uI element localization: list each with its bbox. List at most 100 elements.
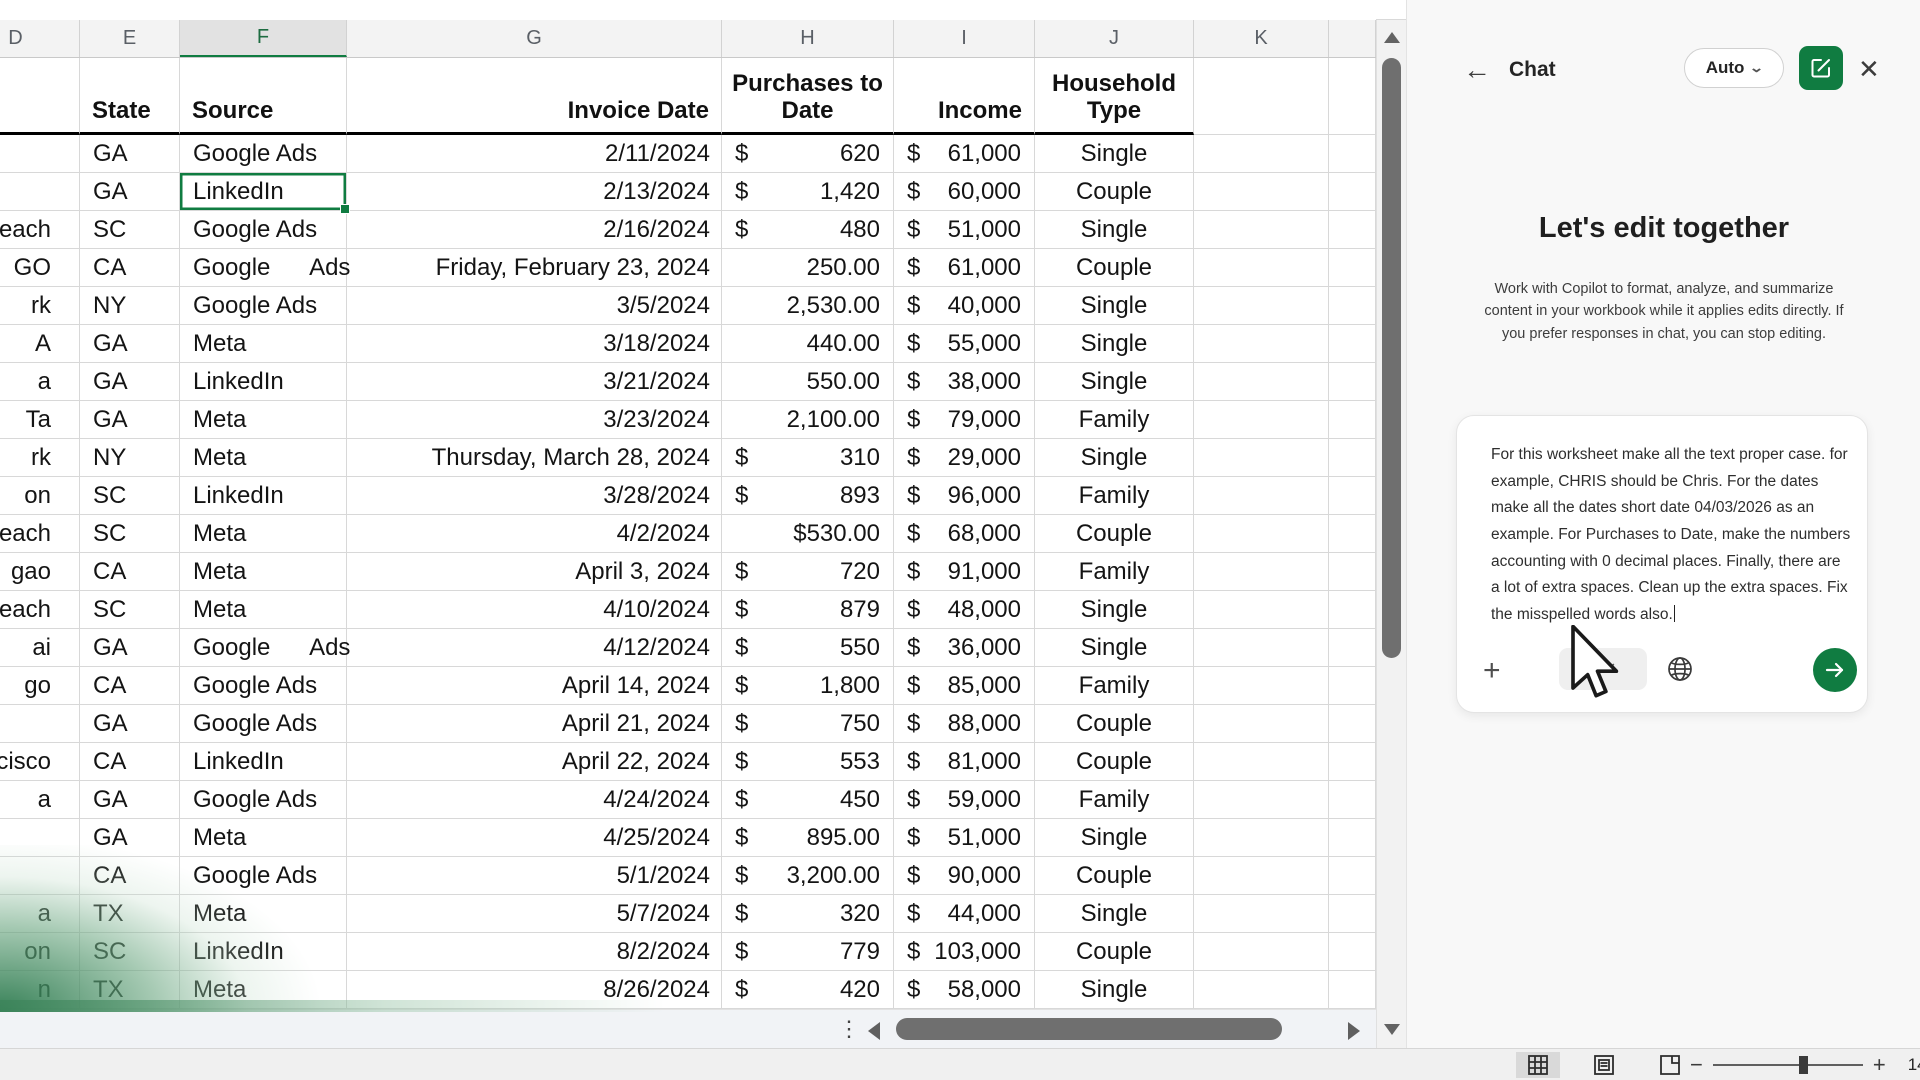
- zoom-percentage[interactable]: 140%: [1908, 1055, 1920, 1075]
- cell-income[interactable]: $90,000: [894, 857, 1035, 895]
- cell-empty[interactable]: [1329, 553, 1376, 591]
- cell-city[interactable]: [0, 173, 80, 211]
- cell-empty[interactable]: [1329, 705, 1376, 743]
- page-break-preview-button[interactable]: [1648, 1052, 1692, 1078]
- cell-empty[interactable]: [1329, 477, 1376, 515]
- new-chat-button[interactable]: [1799, 46, 1843, 90]
- cell-household-type[interactable]: Family: [1035, 477, 1194, 515]
- cell-source[interactable]: Meta: [180, 895, 347, 933]
- cell-invoice-date[interactable]: Friday, February 23, 2024: [347, 249, 722, 287]
- cell-source[interactable]: Google Ads: [180, 857, 347, 895]
- cell-income[interactable]: $40,000: [894, 287, 1035, 325]
- cell-income[interactable]: $36,000: [894, 629, 1035, 667]
- cell-empty[interactable]: [1329, 819, 1376, 857]
- cell-household-type[interactable]: Single: [1035, 135, 1194, 173]
- cell-empty[interactable]: [1194, 401, 1329, 439]
- cell-empty[interactable]: [1194, 287, 1329, 325]
- cell-empty[interactable]: [1194, 325, 1329, 363]
- cell-city[interactable]: rk: [0, 439, 80, 477]
- cell-source[interactable]: Google Ads: [180, 287, 347, 325]
- cell-empty[interactable]: [1329, 933, 1376, 971]
- cell-purchases-to-date[interactable]: $1,800: [722, 667, 894, 705]
- cell-source[interactable]: Meta: [180, 515, 347, 553]
- cell-invoice-date[interactable]: 5/1/2024: [347, 857, 722, 895]
- cell-household-type[interactable]: Couple: [1035, 933, 1194, 971]
- cell-source[interactable]: LinkedIn: [180, 477, 347, 515]
- column-header-E[interactable]: E: [80, 20, 180, 57]
- workbook-context-chip[interactable]: x ✕: [1559, 648, 1647, 690]
- cell-empty[interactable]: [1329, 591, 1376, 629]
- cell-invoice-date[interactable]: April 22, 2024: [347, 743, 722, 781]
- column-header-J[interactable]: J: [1035, 20, 1194, 57]
- cell-invoice-date[interactable]: 4/2/2024: [347, 515, 722, 553]
- cell-city[interactable]: GO: [0, 249, 80, 287]
- scroll-right-arrow-icon[interactable]: [1348, 1022, 1360, 1040]
- cell-empty[interactable]: [1194, 895, 1329, 933]
- cell-state[interactable]: TX: [80, 971, 180, 1009]
- column-header-G[interactable]: G: [347, 20, 722, 57]
- cell-state[interactable]: NY: [80, 439, 180, 477]
- cell-purchases-to-date[interactable]: $310: [722, 439, 894, 477]
- cell-state[interactable]: GA: [80, 705, 180, 743]
- cell-invoice-date[interactable]: 3/18/2024: [347, 325, 722, 363]
- cell-invoice-date[interactable]: 2/11/2024: [347, 135, 722, 173]
- cell-source[interactable]: Meta: [180, 553, 347, 591]
- cell-empty[interactable]: [1329, 895, 1376, 933]
- cell-empty[interactable]: [1329, 211, 1376, 249]
- cell-household-type[interactable]: Single: [1035, 819, 1194, 857]
- cell-income[interactable]: $58,000: [894, 971, 1035, 1009]
- cell-income[interactable]: $29,000: [894, 439, 1035, 477]
- cell-empty[interactable]: [1329, 439, 1376, 477]
- send-button[interactable]: [1813, 648, 1857, 692]
- cell-city[interactable]: Ta: [0, 401, 80, 439]
- cell-city[interactable]: Beach: [0, 591, 80, 629]
- cell-state[interactable]: GA: [80, 173, 180, 211]
- cell-empty[interactable]: [1194, 211, 1329, 249]
- add-attachment-button[interactable]: +: [1483, 654, 1501, 688]
- cell-household-type[interactable]: Single: [1035, 629, 1194, 667]
- cell-empty[interactable]: [1329, 743, 1376, 781]
- cell-invoice-date[interactable]: 4/24/2024: [347, 781, 722, 819]
- remove-context-icon[interactable]: ✕: [1603, 659, 1616, 679]
- header-source[interactable]: Source: [180, 58, 347, 135]
- cell-household-type[interactable]: Couple: [1035, 249, 1194, 287]
- cell-invoice-date[interactable]: 3/28/2024: [347, 477, 722, 515]
- column-header-I[interactable]: I: [894, 20, 1035, 57]
- column-header-partial[interactable]: [1329, 20, 1376, 57]
- cell-invoice-date[interactable]: April 21, 2024: [347, 705, 722, 743]
- header-state[interactable]: State: [80, 58, 180, 135]
- cell-invoice-date[interactable]: 4/10/2024: [347, 591, 722, 629]
- cell-household-type[interactable]: Couple: [1035, 515, 1194, 553]
- cell-household-type[interactable]: Couple: [1035, 705, 1194, 743]
- zoom-in-button[interactable]: +: [1873, 1054, 1886, 1076]
- cell-empty[interactable]: [1329, 325, 1376, 363]
- cell-state[interactable]: NY: [80, 287, 180, 325]
- cell-purchases-to-date[interactable]: $530.00: [722, 515, 894, 553]
- cell-city[interactable]: [0, 135, 80, 173]
- cell-household-type[interactable]: Couple: [1035, 173, 1194, 211]
- cell-income[interactable]: $51,000: [894, 819, 1035, 857]
- cell-source[interactable]: LinkedIn: [180, 933, 347, 971]
- cell-income[interactable]: $44,000: [894, 895, 1035, 933]
- cell-city[interactable]: a: [0, 363, 80, 401]
- cell-empty[interactable]: [1194, 857, 1329, 895]
- normal-view-button[interactable]: [1516, 1052, 1560, 1078]
- cell-income[interactable]: $79,000: [894, 401, 1035, 439]
- cell-purchases-to-date[interactable]: $893: [722, 477, 894, 515]
- cell-empty[interactable]: [1329, 515, 1376, 553]
- cell-source[interactable]: Google Ads: [180, 705, 347, 743]
- cell-city[interactable]: a: [0, 781, 80, 819]
- cell-state[interactable]: GA: [80, 781, 180, 819]
- header-empty-l[interactable]: [1329, 58, 1376, 135]
- cell-invoice-date[interactable]: April 14, 2024: [347, 667, 722, 705]
- web-search-globe-icon[interactable]: [1665, 654, 1695, 689]
- cell-city[interactable]: gao: [0, 553, 80, 591]
- cell-source[interactable]: LinkedIn: [180, 743, 347, 781]
- cell-empty[interactable]: [1329, 135, 1376, 173]
- header-empty-k[interactable]: [1194, 58, 1329, 135]
- cell-empty[interactable]: [1194, 249, 1329, 287]
- cell-empty[interactable]: [1194, 743, 1329, 781]
- cell-invoice-date[interactable]: 5/7/2024: [347, 895, 722, 933]
- cell-state[interactable]: GA: [80, 135, 180, 173]
- zoom-slider[interactable]: [1713, 1064, 1863, 1066]
